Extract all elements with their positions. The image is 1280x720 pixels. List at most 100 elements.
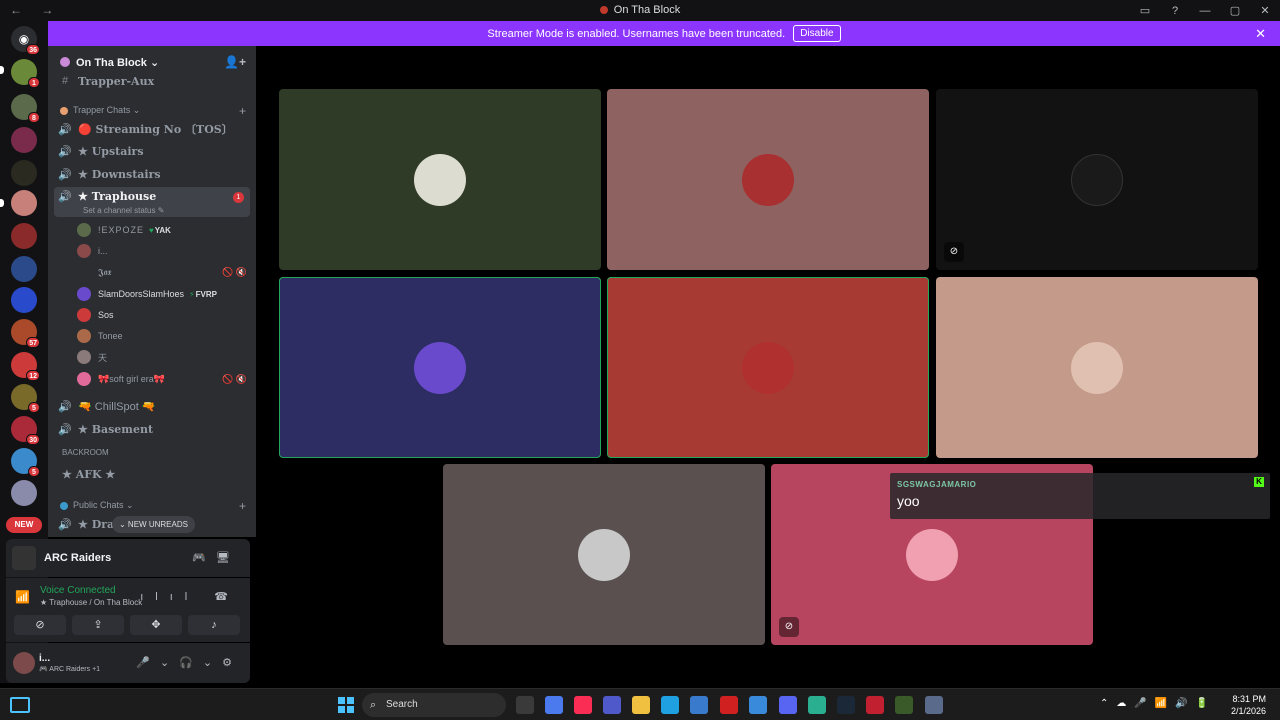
app-icon[interactable] <box>895 696 913 714</box>
new-unreads-button[interactable]: ⌄ NEW UNREADS <box>112 516 195 533</box>
channel-sidebar: On Tha Block ⌄ 👤+ # Trapper-Aux Trapper … <box>48 46 256 537</box>
search-icon: ⌕ <box>370 699 377 711</box>
server-icon[interactable]: 57 <box>11 319 40 348</box>
store-icon[interactable] <box>690 696 708 714</box>
activities-button[interactable]: ✥ <box>130 615 182 635</box>
avatar <box>1071 341 1123 394</box>
server-icon[interactable] <box>11 480 37 506</box>
channel-traphouse[interactable]: 🔊 ★ Traphouse Set a channel status ✎ 1 <box>54 187 250 217</box>
channel-upstairs[interactable]: 🔊 ★ Upstairs <box>54 140 250 162</box>
video-tile[interactable] <box>607 277 929 458</box>
voice-user[interactable]: Tonee <box>77 326 247 346</box>
chat-popup[interactable]: SGSWAGJAMARIO yoo K <box>890 473 1270 519</box>
app-icon[interactable] <box>866 696 884 714</box>
home-button[interactable]: ◉ 36 <box>11 26 40 55</box>
teams-icon[interactable] <box>603 696 621 714</box>
add-member-icon[interactable]: 👤+ <box>224 55 246 69</box>
app-l-icon[interactable] <box>720 696 738 714</box>
title-bar: ← → On Tha Block ▭ ? — ▢ ✕ <box>0 0 1280 21</box>
video-tile[interactable]: ⊘ <box>936 89 1258 270</box>
inbox-icon[interactable]: ▭ <box>1130 4 1160 17</box>
voice-user[interactable]: !EXPOZE ♥YAK <box>77 220 247 240</box>
avatar <box>742 153 794 206</box>
activity-panel: ARC Raiders 🎮🖥 <box>6 539 250 577</box>
user-status: 🎮 ARC Raiders +1 <box>39 666 101 673</box>
activity-actions[interactable]: 🎮🖥 <box>192 551 240 564</box>
music-icon[interactable] <box>574 696 592 714</box>
mention-badge: 1 <box>233 192 244 203</box>
system-tray[interactable]: ⌃☁🎤📶🔊🔋 <box>1100 698 1216 709</box>
channel-streaming[interactable]: 🔊 🔴 Streaming No 〔TOS〕 <box>54 118 250 140</box>
server-icon[interactable] <box>11 256 37 282</box>
server-icon[interactable]: 12 <box>11 352 40 381</box>
voice-user[interactable]: i... <box>77 241 247 261</box>
category-trapper-chats[interactable]: Trapper Chats ⌄ + <box>60 104 246 118</box>
channel-downstairs[interactable]: 🔊 ★ Downstairs <box>54 163 250 185</box>
help-icon[interactable]: ? <box>1160 5 1190 17</box>
camera-off-button[interactable]: ⊘ <box>14 615 66 635</box>
voice-status[interactable]: Voice Connected <box>40 585 116 596</box>
steam-icon[interactable] <box>837 696 855 714</box>
discord-icon[interactable] <box>779 696 797 714</box>
avatar <box>77 223 91 237</box>
search-input[interactable]: ⌕ Search <box>362 693 506 717</box>
video-tile[interactable] <box>607 89 929 270</box>
clock[interactable]: 8:31 PM 2/1/2026 <box>1210 693 1266 717</box>
minimize-button[interactable]: — <box>1190 5 1220 17</box>
server-icon[interactable]: 5 <box>11 448 40 477</box>
channel-basement[interactable]: 🔊 ★ Basement <box>54 418 250 440</box>
task-view-icon[interactable] <box>516 696 534 714</box>
server-icon[interactable] <box>11 287 37 313</box>
voice-user[interactable]: 🎀soft girl era🎀 🚫 🔇 <box>77 369 247 389</box>
window-title-text: On Tha Block <box>613 4 681 16</box>
widgets-icon[interactable] <box>10 697 30 713</box>
new-badge[interactable]: NEW <box>6 517 42 533</box>
channel-afk[interactable]: 🔊 ★ AFK ★ <box>54 463 250 485</box>
signal-icon[interactable]: 📶 <box>15 590 30 604</box>
edge-icon[interactable] <box>661 696 679 714</box>
file-explorer-icon[interactable] <box>632 696 650 714</box>
avatar[interactable] <box>13 652 35 674</box>
channel-chillspot[interactable]: 🔊 🔫 ChillSpot 🔫 <box>54 395 250 417</box>
close-button[interactable]: ✕ <box>1250 4 1280 17</box>
server-icon[interactable]: 30 <box>11 416 40 445</box>
close-icon[interactable]: ✕ <box>1255 26 1266 42</box>
voice-user[interactable]: Sos <box>77 305 247 325</box>
video-tile[interactable] <box>279 277 601 458</box>
channel-backroom[interactable]: 🔊 BACKROOM <box>54 441 250 463</box>
server-icon[interactable] <box>11 127 37 153</box>
app-icon[interactable] <box>749 696 767 714</box>
channel-status[interactable]: Set a channel status ✎ <box>83 206 164 215</box>
server-icon[interactable]: 1 <box>11 59 40 88</box>
avatar <box>77 350 91 364</box>
disable-button[interactable]: Disable <box>793 25 841 42</box>
screen-share-button[interactable]: ⇪ <box>72 615 124 635</box>
voice-location[interactable]: ★ Traphouse / On Tha Block <box>40 598 142 607</box>
tag-text: FVRP <box>195 289 217 299</box>
channel-trapper-aux[interactable]: # Trapper-Aux <box>54 70 250 92</box>
user-controls[interactable]: 🎤⌄🎧⌄⚙ <box>136 656 242 669</box>
video-tile[interactable] <box>443 464 765 645</box>
video-tile[interactable] <box>936 277 1258 458</box>
voice-user[interactable]: 天 <box>77 347 247 367</box>
activity-name: ARC Raiders <box>44 552 112 564</box>
add-channel-icon[interactable]: + <box>239 104 246 118</box>
start-button[interactable] <box>338 697 354 713</box>
server-icon[interactable] <box>11 160 37 186</box>
settings-icon[interactable] <box>925 696 943 714</box>
user-panel: i... 🎮 ARC Raiders +1 🎤⌄🎧⌄⚙ <box>6 643 250 683</box>
maximize-button[interactable]: ▢ <box>1220 4 1250 17</box>
server-icon[interactable] <box>11 223 37 249</box>
server-icon[interactable]: 5 <box>11 384 40 413</box>
category-public-chats[interactable]: Public Chats ⌄ + <box>60 499 246 513</box>
app-icon[interactable] <box>808 696 826 714</box>
video-tile[interactable] <box>279 89 601 270</box>
soundboard-button[interactable]: ♪ <box>188 615 240 635</box>
copilot-icon[interactable] <box>545 696 563 714</box>
server-icon[interactable]: 8 <box>11 94 40 123</box>
voice-user[interactable]: 𝕵𝖆𝖝 🚫 🔇 <box>77 262 247 282</box>
server-icon[interactable] <box>11 190 37 216</box>
voice-user[interactable]: SlamDoorsSlamHoes ⚡FVRP <box>77 284 247 304</box>
voice-actions[interactable]: ılıl ☎ <box>140 590 240 603</box>
add-channel-icon[interactable]: + <box>239 499 246 513</box>
